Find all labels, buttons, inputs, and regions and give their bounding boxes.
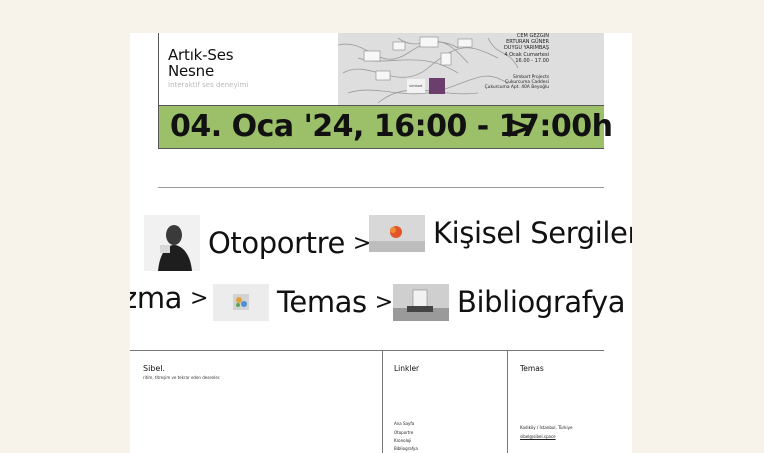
- event-title-line2: Nesne: [168, 62, 214, 80]
- otoportre-thumbnail: [144, 215, 200, 271]
- book-image: [393, 284, 449, 321]
- event-info: Artık-Ses Nesne İnteraktif ses deneyimi: [159, 33, 339, 105]
- poster-name-3: DUYGU YARIMBAŞ: [503, 45, 549, 51]
- event-title: Artık-Ses Nesne: [168, 46, 234, 80]
- chevron-right-icon: >: [190, 286, 209, 311]
- event-card[interactable]: Artık-Ses Nesne İnteraktif ses deneyimi: [158, 33, 613, 149]
- event-date-bar[interactable]: 04. Oca '24, 16:00 - 17:00h >: [159, 105, 613, 148]
- divider: [158, 187, 604, 188]
- link-label: zma: [130, 281, 183, 315]
- simbart-logo: simbart: [407, 79, 425, 93]
- bibliografya-thumbnail: [393, 284, 449, 321]
- chevron-right-icon[interactable]: >: [505, 107, 533, 146]
- link-otoportre[interactable]: Otoportre >: [144, 215, 371, 271]
- page: Artık-Ses Nesne İnteraktif ses deneyimi: [130, 33, 632, 453]
- poster-venue: Simbart Projects Çukurcuma Caddesi Çukur…: [485, 75, 549, 90]
- link-label: Temas: [277, 285, 367, 319]
- link-temas[interactable]: Temas >: [213, 284, 393, 321]
- poster-time: 16.00 - 17.00: [515, 58, 549, 64]
- event-subtitle: İnteraktif ses deneyimi: [168, 81, 249, 89]
- link-label: Otoportre: [208, 225, 345, 260]
- footer: Sibel. ritim, titreşim ve tekrar eden de…: [130, 350, 632, 453]
- temas-thumbnail: [213, 284, 269, 321]
- link-bibliografya[interactable]: Bibliografya >: [393, 284, 632, 321]
- chevron-right-icon: >: [374, 290, 394, 315]
- footer-link-otoportre[interactable]: Otoportre: [394, 430, 413, 435]
- link-label: Kişisel Sergiler: [433, 216, 632, 250]
- cables-art: [338, 33, 604, 105]
- footer-location: Kadıköy / İstanbul, Türkiye: [520, 425, 573, 430]
- event-date: 04. Oca '24, 16:00 - 17:00h: [170, 109, 613, 144]
- footer-tagline: ritim, titreşim ve tekrar eden desenler.: [143, 375, 221, 380]
- portrait-image: [144, 215, 200, 271]
- link-partial[interactable]: zma >: [130, 284, 208, 313]
- footer-link-ana-sayfa[interactable]: Ana Sayfa: [394, 421, 414, 426]
- event-title-line1: Artık-Ses: [168, 46, 234, 64]
- footer-contact-title: Temas: [520, 364, 544, 373]
- poster-venue-line2: Çukurcuma Apt. 40A Beyoğlu: [484, 85, 549, 90]
- poster-text: CEM GEZGİN ERTURAN GÜNER DUYGU YARIMBAŞ …: [504, 33, 549, 64]
- event-poster-image: CEM GEZGİN ERTURAN GÜNER DUYGU YARIMBAŞ …: [338, 33, 604, 105]
- link-label: Bibliografya: [457, 285, 626, 319]
- footer-email-link[interactable]: sibel@sibel.space: [520, 434, 556, 439]
- temas-image: [213, 284, 269, 321]
- footer-link-bibliografya[interactable]: Bibliografya: [394, 446, 418, 451]
- footer-links-title: Linkler: [394, 364, 420, 373]
- partner-logo: [429, 78, 445, 94]
- kisisel-sergiler-thumbnail: [369, 215, 425, 252]
- footer-brand: Sibel.: [143, 364, 166, 373]
- footer-link-kronoloji[interactable]: Kronoloji: [394, 438, 411, 443]
- exhibition-image: [369, 215, 425, 252]
- link-kisisel-sergiler[interactable]: Kişisel Sergiler >: [369, 215, 632, 252]
